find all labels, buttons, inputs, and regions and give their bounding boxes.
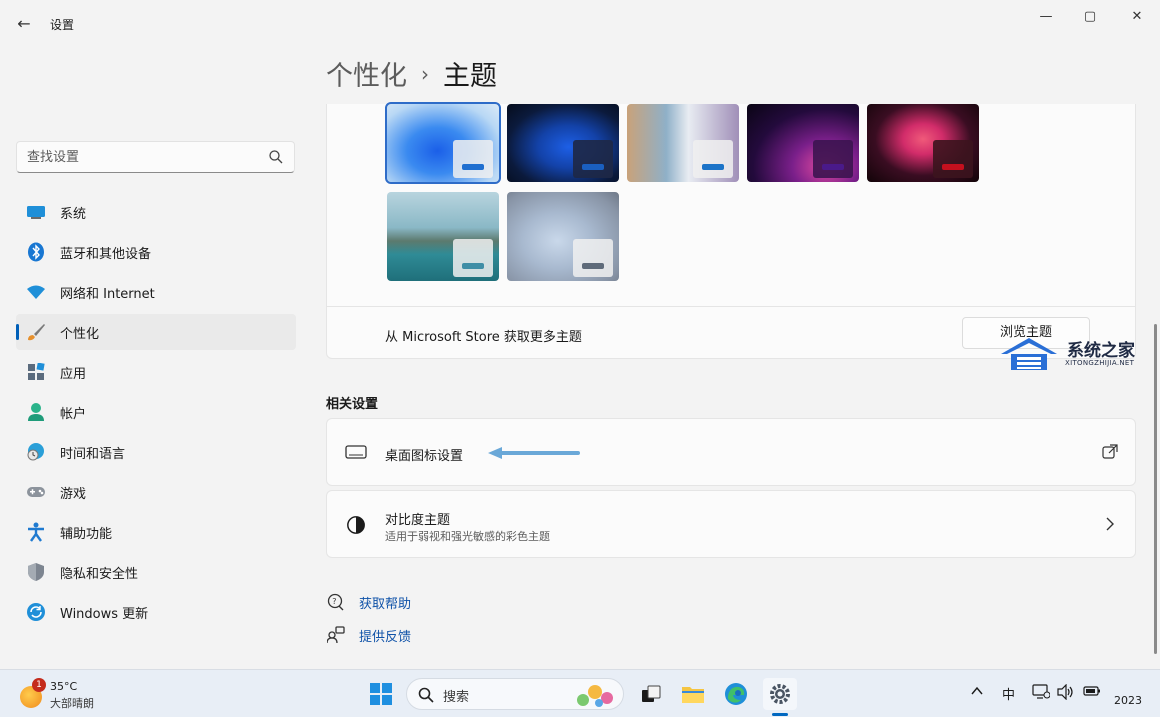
external-link-icon bbox=[1102, 444, 1118, 459]
shield-icon bbox=[26, 562, 46, 582]
task-view-button[interactable] bbox=[634, 678, 668, 710]
search-input[interactable] bbox=[27, 148, 257, 166]
sidebar-item-time-language[interactable]: 时间和语言 bbox=[16, 434, 296, 470]
notification-badge: 1 bbox=[32, 678, 46, 692]
contrast-themes-card[interactable]: 对比度主题 适用于弱视和强光敏感的彩色主题 bbox=[326, 490, 1136, 558]
sidebar-item-windows-update[interactable]: Windows 更新 bbox=[16, 594, 296, 630]
theme-accent-swatch bbox=[693, 140, 733, 178]
settings-search-box[interactable] bbox=[16, 141, 295, 173]
minimize-button[interactable]: — bbox=[1026, 6, 1066, 28]
taskbar: 1 35°C 大部晴朗 搜索 中 2023 bbox=[0, 669, 1160, 717]
theme-accent-swatch bbox=[453, 239, 493, 277]
sidebar-item-personalization[interactable]: 个性化 bbox=[16, 314, 296, 350]
house-logo-icon bbox=[1001, 338, 1057, 370]
page-title: 主题 bbox=[443, 61, 497, 92]
close-button[interactable]: ✕ bbox=[1117, 6, 1157, 28]
clock[interactable]: 2023 bbox=[1114, 694, 1142, 707]
temperature: 35°C bbox=[50, 680, 78, 693]
start-button[interactable] bbox=[364, 678, 398, 710]
sidebar-item-system[interactable]: 系统 bbox=[16, 194, 296, 230]
windows-logo-icon bbox=[370, 683, 392, 705]
task-view-icon bbox=[642, 685, 661, 702]
weather-widget[interactable]: 1 35°C 大部晴朗 bbox=[18, 678, 138, 712]
active-indicator bbox=[16, 324, 19, 340]
network-status-icon[interactable] bbox=[1032, 684, 1051, 704]
contrast-themes-label: 对比度主题 bbox=[385, 513, 451, 528]
theme-thumbnail-captured-motion[interactable] bbox=[867, 104, 979, 182]
vertical-scrollbar[interactable] bbox=[1154, 324, 1157, 654]
back-arrow-icon[interactable]: ← bbox=[14, 14, 34, 34]
annotation-arrow-icon bbox=[488, 447, 580, 459]
theme-thumbnail-spotlight[interactable] bbox=[627, 104, 739, 182]
bluetooth-icon bbox=[26, 242, 46, 262]
brush-icon bbox=[26, 322, 46, 342]
feedback-link[interactable]: 提供反馈 bbox=[326, 625, 411, 645]
gamepad-icon bbox=[26, 482, 46, 502]
ime-indicator[interactable]: 中 bbox=[1002, 684, 1015, 703]
theme-thumbnail-glow[interactable] bbox=[747, 104, 859, 182]
theme-thumbnail-windows-dark[interactable] bbox=[507, 104, 619, 182]
related-settings-heading: 相关设置 bbox=[326, 397, 379, 412]
theme-accent-swatch bbox=[813, 140, 853, 178]
taskbar-search[interactable]: 搜索 bbox=[406, 678, 624, 710]
sidebar-item-privacy[interactable]: 隐私和安全性 bbox=[16, 554, 296, 590]
gear-icon bbox=[770, 684, 790, 704]
svg-text:?: ? bbox=[332, 597, 336, 606]
theme-gallery: 从 Microsoft Store 获取更多主题 浏览主题 bbox=[326, 102, 1136, 359]
search-icon bbox=[418, 687, 434, 703]
sidebar-item-bluetooth[interactable]: 蓝牙和其他设备 bbox=[16, 234, 296, 270]
breadcrumb: 个性化 › 主题 bbox=[326, 54, 497, 93]
breadcrumb-separator: › bbox=[421, 61, 429, 86]
contrast-themes-description: 适用于弱视和强光敏感的彩色主题 bbox=[385, 530, 550, 543]
sidebar-nav: 系统 蓝牙和其他设备 网络和 Internet 个性化 应用 帐户 时间和语言 … bbox=[16, 194, 296, 634]
battery-icon[interactable] bbox=[1083, 684, 1101, 702]
theme-accent-swatch bbox=[573, 140, 613, 178]
theme-thumbnail-flow[interactable] bbox=[387, 192, 499, 281]
theme-accent-swatch bbox=[933, 140, 973, 178]
settings-app-button[interactable] bbox=[763, 678, 797, 710]
watermark-logo: 系统之家 XITONGZHIJIA.NET bbox=[997, 334, 1147, 374]
contrast-icon bbox=[347, 516, 365, 534]
folder-icon bbox=[682, 687, 704, 703]
chevron-right-icon bbox=[1106, 517, 1114, 531]
globe-clock-icon bbox=[26, 442, 46, 462]
accessibility-icon bbox=[26, 522, 46, 542]
sidebar-item-gaming[interactable]: 游戏 bbox=[16, 474, 296, 510]
sidebar-item-network[interactable]: 网络和 Internet bbox=[16, 274, 296, 310]
edge-icon bbox=[725, 683, 747, 705]
search-highlight-icon bbox=[577, 685, 613, 707]
chevron-up-icon[interactable] bbox=[970, 684, 984, 702]
desktop-icon-settings-label: 桌面图标设置 bbox=[385, 449, 464, 464]
account-icon bbox=[26, 402, 46, 422]
search-icon[interactable] bbox=[268, 149, 284, 165]
edge-browser-button[interactable] bbox=[719, 678, 753, 710]
apps-icon bbox=[26, 362, 46, 382]
sidebar-item-accounts[interactable]: 帐户 bbox=[16, 394, 296, 430]
theme-thumbnail-sunrise[interactable] bbox=[507, 192, 619, 281]
title-bar: ← 设置 — ▢ ✕ bbox=[0, 0, 1160, 48]
maximize-button[interactable]: ▢ bbox=[1070, 6, 1110, 28]
volume-icon[interactable] bbox=[1057, 683, 1075, 704]
desktop-icon-settings-card[interactable]: 桌面图标设置 bbox=[326, 418, 1136, 486]
active-app-indicator bbox=[772, 713, 788, 716]
theme-thumbnail-windows-light[interactable] bbox=[385, 102, 501, 184]
help-chat-icon: ? bbox=[326, 592, 346, 612]
app-title: 设置 bbox=[50, 18, 75, 32]
breadcrumb-parent[interactable]: 个性化 bbox=[326, 54, 407, 93]
file-explorer-button[interactable] bbox=[676, 678, 710, 710]
wifi-icon bbox=[26, 282, 46, 302]
theme-accent-swatch bbox=[453, 140, 493, 178]
update-icon bbox=[26, 602, 46, 622]
store-themes-text: 从 Microsoft Store 获取更多主题 bbox=[385, 330, 582, 345]
monitor-icon bbox=[345, 445, 367, 459]
get-help-link[interactable]: ? 获取帮助 bbox=[326, 592, 411, 612]
system-icon bbox=[26, 202, 46, 222]
theme-accent-swatch bbox=[573, 239, 613, 277]
weather-condition: 大部晴朗 bbox=[50, 697, 94, 710]
feedback-icon bbox=[326, 625, 346, 645]
sidebar-item-apps[interactable]: 应用 bbox=[16, 354, 296, 390]
sidebar-item-accessibility[interactable]: 辅助功能 bbox=[16, 514, 296, 550]
